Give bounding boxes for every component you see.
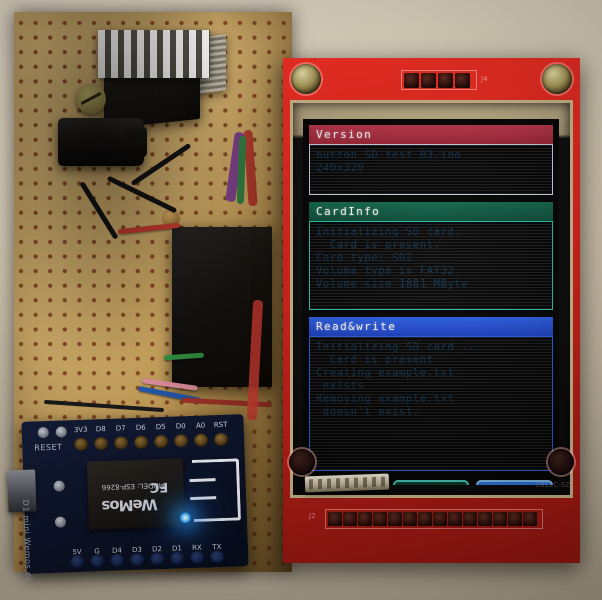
- vignette: [0, 0, 602, 600]
- photo-scene: RESET D1 mini Wemos.cc 3V3 D8 D7 D6 D5 D…: [0, 0, 602, 600]
